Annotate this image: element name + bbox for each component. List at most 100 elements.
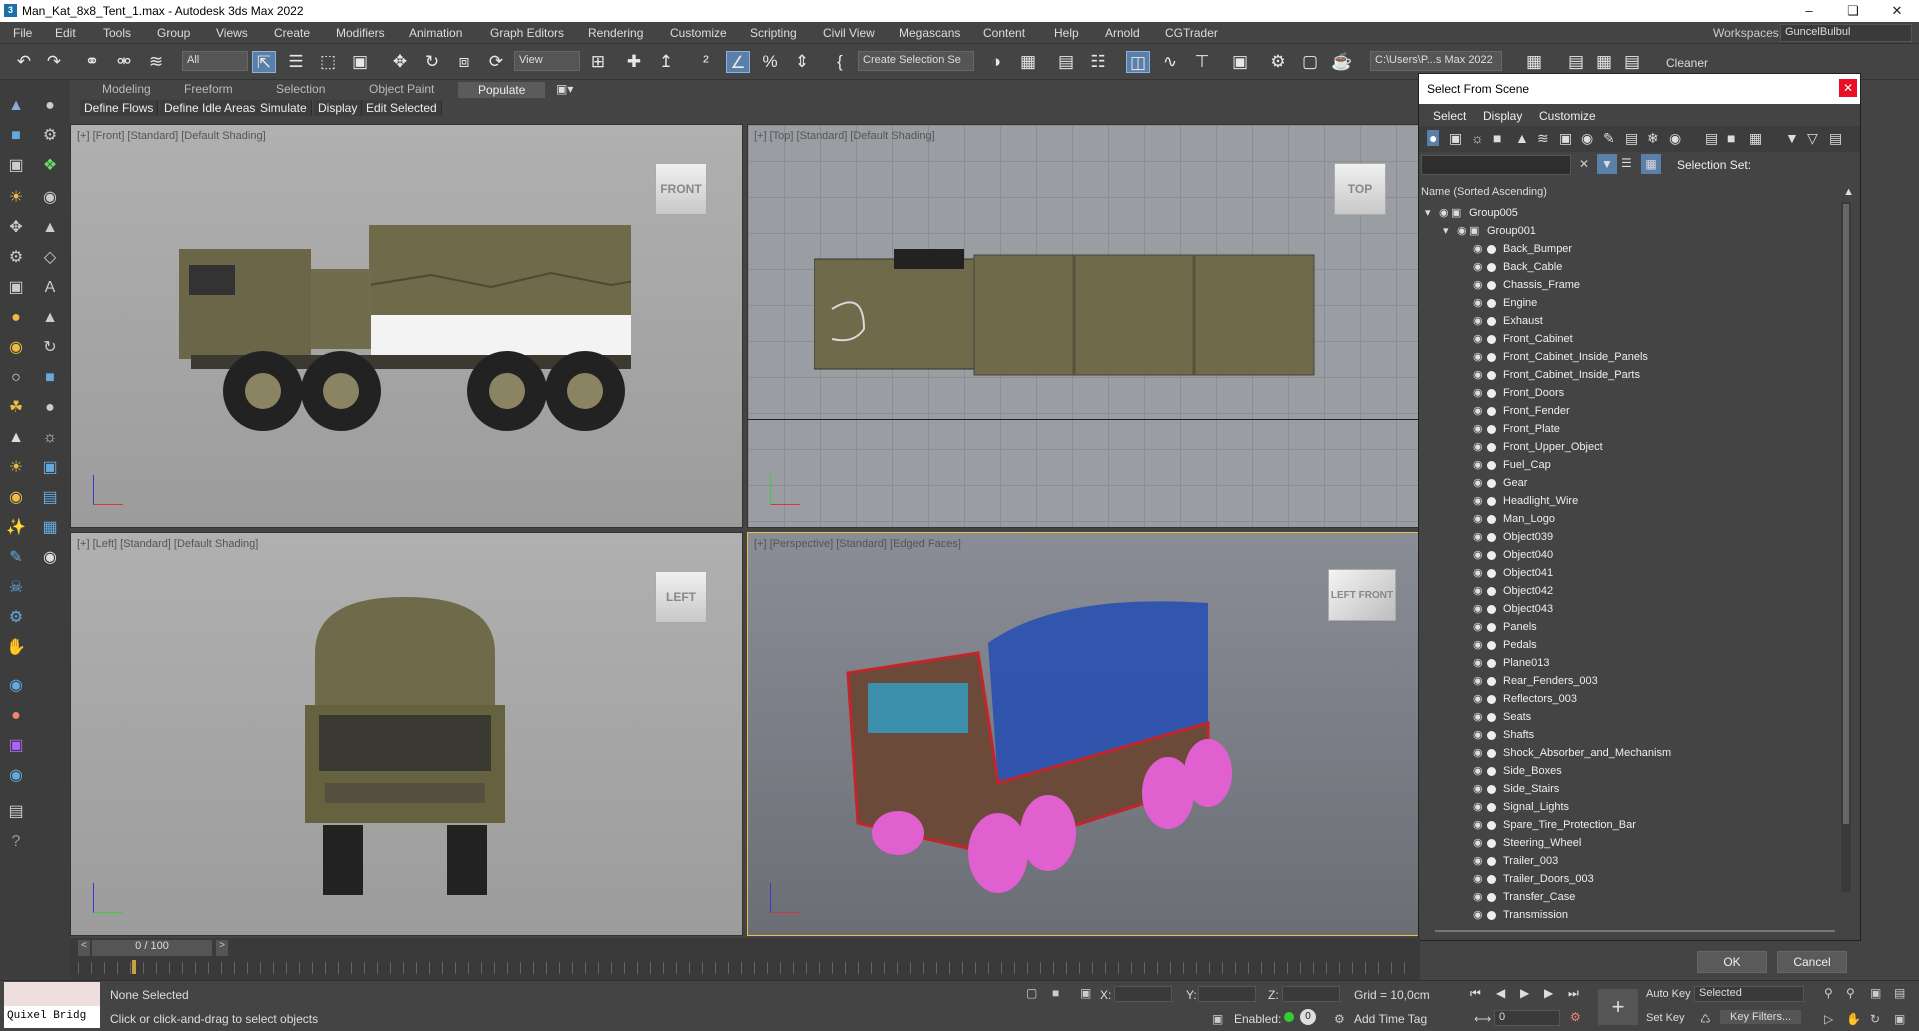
tree-row-object[interactable]: ◉ Front_Cabinet — [1419, 330, 1839, 348]
motion-panel-icon[interactable]: ⚙ — [38, 124, 62, 148]
pivot-center-icon[interactable]: ⊞ — [586, 51, 610, 73]
scene-icon[interactable]: ◉ — [4, 764, 28, 788]
tree-row-object[interactable]: ◉ Back_Cable — [1419, 258, 1839, 276]
placement-icon[interactable]: ⟳ — [484, 51, 508, 73]
horizontal-scrollbar[interactable] — [1435, 930, 1835, 932]
material-icon[interactable]: ● — [4, 306, 28, 330]
tree-row-object[interactable]: ◉ Spare_Tire_Protection_Bar — [1419, 816, 1839, 834]
tree-row-object[interactable]: ◉ Object040 — [1419, 546, 1839, 564]
ribbon-tab-freeform[interactable]: Freeform — [184, 82, 233, 96]
visibility-eye-icon[interactable]: ◉ — [1473, 656, 1483, 669]
window-crossing-icon[interactable]: ▣ — [348, 51, 372, 73]
gear-icon[interactable]: ⚙ — [4, 606, 28, 630]
current-frame-field[interactable]: 0 — [1494, 1010, 1560, 1026]
particle-icon[interactable]: ✨ — [4, 516, 28, 540]
tree-row-object[interactable]: ◉ Trailer_003 — [1419, 852, 1839, 870]
tree-row-label[interactable]: Group001 — [1487, 225, 1536, 237]
tree-row-object[interactable]: ◉ Panels — [1419, 618, 1839, 636]
export-icon[interactable]: ▤ — [1620, 51, 1644, 73]
globe-icon[interactable]: ◉ — [4, 674, 28, 698]
teapot-icon[interactable]: ○ — [4, 366, 28, 390]
visibility-eye-icon[interactable]: ◉ — [1473, 818, 1483, 831]
menu-tools[interactable]: Tools — [103, 26, 131, 40]
save-file-icon[interactable]: ▦ — [1592, 51, 1616, 73]
z-coordinate-field[interactable] — [1282, 986, 1340, 1002]
menu-create[interactable]: Create — [274, 26, 310, 40]
tree-row-object[interactable]: ◉ Rear_Fenders_003 — [1419, 672, 1839, 690]
tree-row-object[interactable]: ◉ Back_Bumper — [1419, 240, 1839, 258]
tree-row-group001[interactable]: ▾ ◉ ▣ Group001 — [1419, 222, 1851, 240]
menu-customize[interactable]: Customize — [670, 26, 727, 40]
reference-coord-dropdown[interactable]: View — [514, 51, 580, 71]
visibility-eye-icon[interactable]: ◉ — [1473, 782, 1483, 795]
hand-icon[interactable]: ✋ — [4, 636, 28, 660]
prev-frame-icon[interactable]: ◀ — [1496, 986, 1505, 1000]
maxscript-listener[interactable] — [4, 982, 100, 1006]
layer-explorer-icon[interactable]: ☷ — [1086, 51, 1110, 73]
tree-row-label[interactable]: Signal_Lights — [1503, 801, 1569, 813]
column-header-name[interactable]: Name (Sorted Ascending) ▲ — [1421, 186, 1858, 198]
display-panel-icon[interactable]: ▣ — [4, 154, 28, 178]
time-marker[interactable] — [132, 960, 136, 974]
tree-row-object[interactable]: ◉ Headlight_Wire — [1419, 492, 1839, 510]
time-next-arrow-icon[interactable]: > — [216, 940, 228, 956]
visibility-eye-icon[interactable]: ◉ — [1473, 332, 1483, 345]
material-editor-icon[interactable]: ▣ — [1228, 51, 1252, 73]
geometry-icon[interactable]: ▣ — [4, 276, 28, 300]
tree-scrollbar[interactable] — [1841, 202, 1851, 892]
move-icon[interactable]: ✥ — [388, 51, 412, 73]
tree-row-label[interactable]: Spare_Tire_Protection_Bar — [1503, 819, 1636, 831]
tree-row-label[interactable]: Transmission — [1503, 909, 1568, 921]
unlink-icon[interactable]: ⚮ — [112, 51, 136, 73]
dialog-menu-display[interactable]: Display — [1483, 109, 1522, 123]
tree-row-object[interactable]: ◉ Front_Cabinet_Inside_Panels — [1419, 348, 1839, 366]
viewport-perspective[interactable]: [+] [Perspective] [Standard] [Edged Face… — [747, 532, 1419, 936]
visibility-eye-icon[interactable]: ◉ — [1473, 800, 1483, 813]
tree-row-object[interactable]: ◉ Side_Boxes — [1419, 762, 1839, 780]
select-object-icon[interactable]: ⇱ — [252, 51, 276, 73]
key-filters-button[interactable]: Key Filters... — [1720, 1010, 1802, 1024]
display-cameras-icon[interactable]: ■ — [1493, 130, 1501, 146]
help-icon[interactable]: ? — [4, 830, 28, 854]
angle-snap-icon[interactable]: ∠ — [726, 51, 750, 73]
text-icon[interactable]: A — [38, 276, 62, 300]
visibility-eye-icon[interactable]: ◉ — [1473, 890, 1483, 903]
spacewarps-icon[interactable]: ▲ — [38, 216, 62, 240]
tree-row-label[interactable]: Object041 — [1503, 567, 1553, 579]
menu-arnold[interactable]: Arnold — [1105, 26, 1140, 40]
time-tag-toggle-icon[interactable]: 0 — [1300, 1009, 1316, 1025]
menu-animation[interactable]: Animation — [409, 26, 462, 40]
tree-row-label[interactable]: Rear_Fenders_003 — [1503, 675, 1598, 687]
set-key-big-icon[interactable]: + — [1598, 989, 1638, 1025]
visibility-eye-icon[interactable]: ◉ — [1473, 458, 1483, 471]
dialog-menu-select[interactable]: Select — [1433, 109, 1466, 123]
filter-options-icon[interactable]: ▽ — [1807, 130, 1818, 147]
y-coordinate-field[interactable] — [1198, 986, 1256, 1002]
visibility-eye-icon[interactable]: ◉ — [1473, 638, 1483, 651]
viewport-label-front[interactable]: [+] [Front] [Standard] [Default Shading] — [77, 130, 266, 142]
tree-row-label[interactable]: Chassis_Frame — [1503, 279, 1580, 291]
curve-editor-icon[interactable]: ∿ — [1158, 51, 1182, 73]
visibility-eye-icon[interactable]: ◉ — [1473, 692, 1483, 705]
visibility-eye-icon[interactable]: ◉ — [1473, 350, 1483, 363]
lock-icon[interactable]: ▲ — [38, 306, 62, 330]
display-xrefs-icon[interactable]: ◉ — [1581, 130, 1593, 147]
tree-row-object[interactable]: ◉ Object041 — [1419, 564, 1839, 582]
tree-row-label[interactable]: Fuel_Cap — [1503, 459, 1551, 471]
play-icon[interactable]: ▶ — [1520, 986, 1529, 1000]
scene-explorer-icon[interactable]: ▤ — [1054, 51, 1078, 73]
key-mode-icon[interactable]: ⟷ — [1474, 1012, 1491, 1026]
maximize-viewport-icon[interactable]: ▣ — [1894, 1012, 1905, 1026]
auto-key-button[interactable]: Auto Key — [1646, 988, 1691, 1000]
orbit-icon[interactable]: ↻ — [1870, 1012, 1880, 1026]
goto-start-icon[interactable]: ⏮ — [1470, 986, 1481, 1001]
visibility-eye-icon[interactable]: ◉ — [1473, 548, 1483, 561]
keyboard-shortcut-icon[interactable]: ↥ — [654, 51, 678, 73]
tree-row-label[interactable]: Exhaust — [1503, 315, 1543, 327]
tree-row-object[interactable]: ◉ Plane013 — [1419, 654, 1839, 672]
tree-row-object[interactable]: ◉ Transmission — [1419, 906, 1839, 924]
tree-row-object[interactable]: ◉ Signal_Lights — [1419, 798, 1839, 816]
ribbon-tab-object-paint[interactable]: Object Paint — [369, 82, 434, 96]
tree-row-object[interactable]: ◉ Front_Doors — [1419, 384, 1839, 402]
visibility-eye-icon[interactable]: ◉ — [1473, 530, 1483, 543]
